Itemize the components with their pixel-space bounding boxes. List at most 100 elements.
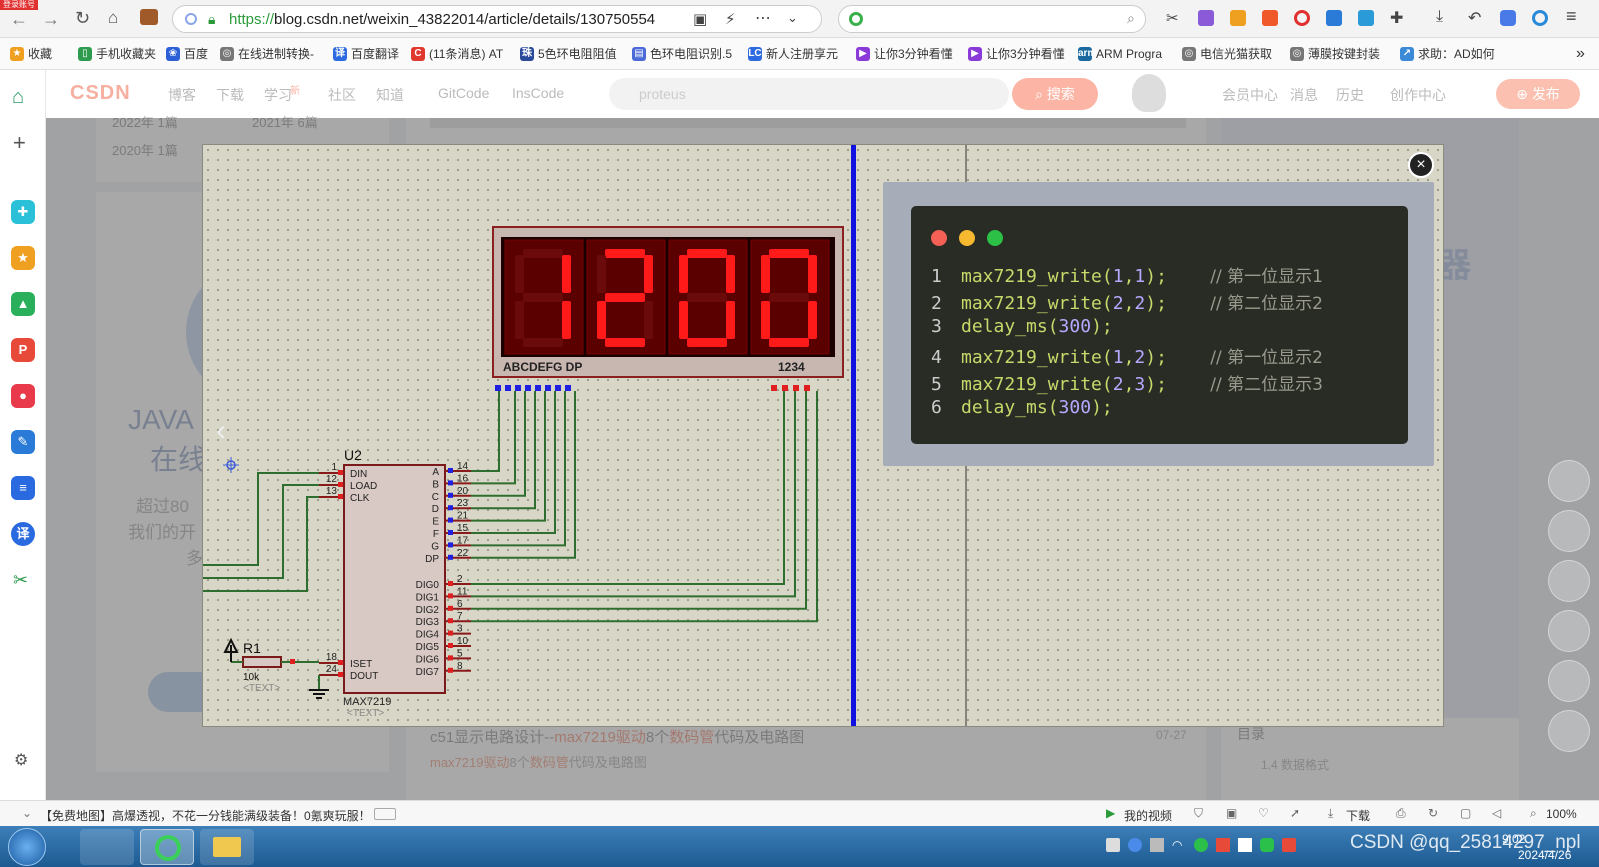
tray-icon[interactable] — [1150, 838, 1164, 852]
zoom-icon[interactable]: ⌕ — [1530, 806, 1537, 821]
edge-icon[interactable] — [1532, 10, 1548, 26]
right-tool-support[interactable] — [1548, 610, 1590, 652]
system-tray[interactable]: ◠ — [1106, 838, 1326, 856]
back-icon[interactable]: ← — [10, 9, 28, 30]
site-info-icon[interactable] — [185, 13, 197, 25]
rocket-icon[interactable]: ➚ — [1290, 806, 1300, 820]
lightning-icon[interactable]: ⚡ — [725, 10, 736, 28]
address-bar[interactable]: 🔒︎ https://blog.csdn.net/weixin_43822014… — [172, 5, 822, 33]
browser-taskbar-icon[interactable] — [140, 829, 194, 865]
forward-icon[interactable]: → — [42, 9, 60, 30]
fox-ext-icon[interactable] — [1262, 10, 1278, 26]
tray-icon[interactable] — [1282, 838, 1296, 852]
right-nav-0[interactable]: 会员中心 — [1222, 85, 1278, 105]
sidebar-home-icon[interactable]: ⌂ — [12, 86, 24, 109]
refresh-icon[interactable]: ↻ — [1428, 806, 1438, 820]
publish-button[interactable]: ⊕ 发布 — [1496, 79, 1580, 109]
right-tool-app[interactable] — [1548, 510, 1590, 552]
chevron-down-icon[interactable]: ⌄ — [787, 10, 798, 26]
ring-ext-icon[interactable] — [1294, 10, 1310, 26]
sidebar-pdf-ai-icon[interactable]: P — [11, 338, 35, 362]
start-button[interactable] — [8, 828, 46, 866]
nav-1[interactable]: 下载 — [216, 85, 244, 105]
url-text[interactable]: https://blog.csdn.net/weixin_43822014/ar… — [229, 11, 655, 28]
scissors-icon[interactable]: ✂ — [1166, 9, 1179, 27]
bookmark-item[interactable]: 译百度翻译 — [333, 45, 405, 63]
csdn-logo[interactable]: CSDN — [70, 82, 131, 105]
print-icon[interactable]: ⎙ — [1396, 806, 1406, 821]
sidebar-scissors-icon[interactable]: ✂ — [13, 570, 28, 591]
translate-ext-icon[interactable] — [1198, 10, 1214, 26]
bookmark-item[interactable]: ◎ 在线进制转换- — [220, 45, 326, 63]
bookmark-item[interactable]: LC 新人注册享元 — [748, 45, 846, 63]
tray-icon[interactable] — [1238, 838, 1252, 852]
sidebar-image-ai-icon[interactable]: ▲ — [11, 292, 35, 316]
right-nav-3[interactable]: 创作中心 — [1390, 85, 1446, 105]
close-viewer-button[interactable]: × — [1408, 152, 1434, 178]
my-videos[interactable]: 我的视频 — [1124, 807, 1172, 824]
search-icon[interactable]: ⌕ — [1127, 10, 1135, 27]
calculator-taskbar-icon[interactable] — [80, 829, 134, 865]
bookmark-item[interactable]: ❀ 百度 — [166, 45, 212, 63]
tray-help-icon[interactable] — [1128, 838, 1142, 852]
download-label[interactable]: 下载 — [1346, 807, 1370, 824]
download-icon[interactable]: ⤓ — [1436, 8, 1443, 26]
screenshot-icon[interactable]: ▣ — [693, 10, 707, 28]
wechat-icon[interactable] — [1260, 838, 1274, 852]
undo-icon[interactable]: ↶ — [1468, 8, 1481, 28]
right-tool-top[interactable] — [1548, 710, 1590, 752]
explorer-taskbar-icon[interactable] — [200, 829, 254, 865]
csdn-search-input[interactable]: proteus — [609, 78, 1009, 110]
bookmark-item[interactable]: ◎ 薄膜按键封装 — [1290, 45, 1392, 63]
nav-0[interactable]: 博客 — [168, 85, 196, 105]
right-nav-2[interactable]: 历史 — [1336, 85, 1364, 105]
shield-ext-icon[interactable] — [1230, 10, 1246, 26]
sidebar-favorites-icon[interactable]: ★ — [11, 246, 35, 270]
tray-icon[interactable] — [1194, 838, 1208, 852]
home-icon[interactable]: ⌂ — [108, 8, 118, 28]
csdn-search-button[interactable]: ⌕ 搜索 — [1012, 78, 1098, 110]
extensions-icon[interactable]: ✚ — [1390, 8, 1403, 28]
heart-icon[interactable]: ♡ — [1258, 806, 1269, 820]
search-box[interactable]: ⌕ — [838, 5, 1146, 33]
right-tool-edit[interactable] — [1548, 560, 1590, 602]
aa-ext-icon[interactable] — [1358, 10, 1374, 26]
ai-icon[interactable] — [1500, 10, 1516, 26]
nav-6[interactable]: InsCode — [512, 85, 564, 101]
right-tool-report[interactable] — [1548, 660, 1590, 702]
chevron-down-icon[interactable]: ⌄ — [22, 806, 32, 820]
bookmark-item[interactable]: ◎ 电信光猫获取 — [1182, 45, 1282, 63]
reload-icon[interactable]: ↻ — [75, 8, 90, 29]
search-engine-icon[interactable] — [849, 12, 863, 26]
sidebar-app-icon[interactable]: ✚ — [11, 200, 35, 224]
more-icon[interactable]: ⋯ — [755, 8, 771, 28]
window-icon[interactable]: ▢ — [1460, 806, 1471, 820]
avatar[interactable] — [1132, 74, 1166, 112]
qr-ext-icon[interactable] — [1326, 10, 1342, 26]
menu-icon[interactable]: ≡ — [1566, 6, 1577, 27]
bookmark-item[interactable]: C (11条消息) AT — [411, 45, 515, 63]
nav-4[interactable]: 知道 — [376, 85, 404, 105]
speaker-icon[interactable]: ◁ — [1492, 806, 1501, 820]
bookmark-item[interactable]: ▶ 让你3分钟看懂 — [968, 45, 1072, 63]
bookmarks-more-icon[interactable]: » — [1576, 45, 1585, 63]
tray-icon[interactable] — [1106, 838, 1120, 852]
right-nav-1[interactable]: 消息 — [1290, 85, 1318, 105]
sidebar-translate-icon[interactable]: 译 — [11, 522, 35, 546]
bookmark-item[interactable]: ▶ 让你3分钟看懂 — [856, 45, 960, 63]
nav-2[interactable]: 学习 — [264, 85, 292, 105]
bottom-notice[interactable]: 【免费地图】高爆透视，不花一分钱能满级装备！0氪爽玩服！ — [40, 807, 371, 824]
shield-icon[interactable]: ⛉ — [1194, 806, 1203, 821]
bookmark-item[interactable]: arm ARM Progra — [1078, 45, 1174, 63]
right-tool-chart[interactable] — [1548, 460, 1590, 502]
sidebar-edit-ai-icon[interactable]: ✎ — [11, 430, 35, 454]
zoom-level[interactable]: 100% — [1546, 807, 1577, 821]
image-icon[interactable]: ▣ — [1226, 806, 1237, 820]
video-icon[interactable]: ▶ — [1106, 806, 1115, 820]
bookmark-item[interactable]: ▤ 色环电阻识别.5 — [632, 45, 740, 63]
nav-3[interactable]: 社区 — [328, 85, 356, 105]
sidebar-settings-icon[interactable]: ⚙ — [14, 750, 28, 770]
sidebar-add-icon[interactable]: + — [13, 130, 26, 156]
bookmark-item[interactable]: ★ 收藏 — [10, 45, 68, 63]
bookmark-item[interactable]: 珠 5色环电阻阻值 — [520, 45, 624, 63]
